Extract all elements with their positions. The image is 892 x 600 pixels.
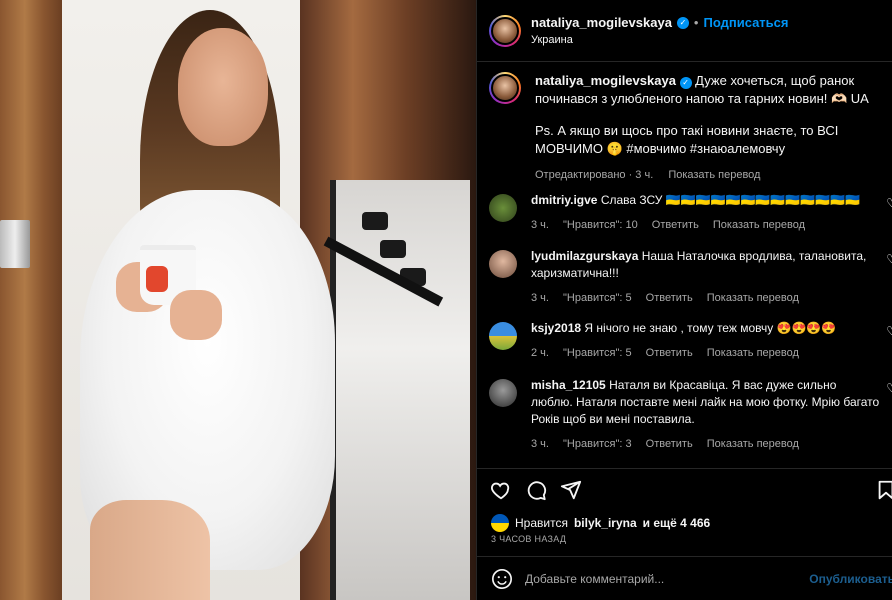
comment-likes-count[interactable]: "Нравится": 10: [563, 219, 638, 231]
comment-time: 2 ч.: [531, 347, 549, 359]
comment-likes-count[interactable]: "Нравится": 3: [563, 438, 632, 450]
likes-user[interactable]: bilyk_iryna: [574, 516, 637, 530]
comment-item: misha_12105 Наталя ви Красавіца. Я вас д…: [489, 377, 892, 453]
comment-translate-link[interactable]: Показать перевод: [707, 292, 799, 304]
likes-count[interactable]: и ещё 4 466: [643, 516, 711, 530]
ukraine-flag-icon[interactable]: [491, 514, 509, 532]
commenter-avatar[interactable]: [489, 250, 517, 278]
likes-summary: Нравится bilyk_iryna и ещё 4 466: [491, 514, 710, 532]
share-icon[interactable]: [560, 479, 582, 501]
comment-item: dmitriy.igve Слава ЗСУ 🇺🇦🇺🇦🇺🇦🇺🇦🇺🇦🇺🇦🇺🇦🇺🇦🇺…: [489, 192, 892, 234]
photo-door-hinge: [0, 220, 30, 268]
comment-reply-link[interactable]: Ответить: [652, 219, 699, 231]
post-side-panel: nataliya_mogilevskaya ✓ • Подписаться Ук…: [476, 0, 892, 600]
bookmark-icon[interactable]: [875, 479, 892, 501]
post-photo[interactable]: [0, 0, 476, 600]
commenter-avatar[interactable]: [489, 322, 517, 350]
comment-reply-link[interactable]: Ответить: [646, 292, 693, 304]
comment-username[interactable]: misha_12105: [531, 378, 606, 392]
photo-hand: [170, 290, 222, 340]
photo-oven-knob: [362, 212, 388, 230]
caption-translate-link[interactable]: Показать перевод: [668, 169, 760, 181]
verified-badge-icon: ✓: [679, 77, 692, 89]
photo-leg: [90, 500, 210, 600]
post-caption: nataliya_mogilevskaya ✓ Дуже хочеться, щ…: [489, 72, 889, 184]
caption-author-avatar[interactable]: [489, 72, 521, 104]
comment-text: Слава ЗСУ 🇺🇦🇺🇦🇺🇦🇺🇦🇺🇦🇺🇦🇺🇦🇺🇦🇺🇦🇺🇦🇺🇦🇺🇦🇺🇦: [600, 193, 860, 207]
comment-username[interactable]: lyudmilazgurskaya: [531, 249, 638, 263]
post-location[interactable]: Украина: [531, 34, 789, 46]
verified-badge-icon: ✓: [676, 16, 689, 29]
photo-oven-knob: [380, 240, 406, 258]
comment-item: ksjy2018 Я нічого не знаю , тому теж мов…: [489, 320, 892, 362]
comment-translate-link[interactable]: Показать перевод: [707, 438, 799, 450]
comment-likes-count[interactable]: "Нравится": 5: [563, 292, 632, 304]
comment-translate-link[interactable]: Показать перевод: [713, 219, 805, 231]
separator-dot: •: [693, 15, 699, 30]
caption-text-ps: Ps. А якщо ви щось про такі новини знаєт…: [535, 123, 839, 156]
comment-translate-link[interactable]: Показать перевод: [707, 347, 799, 359]
comment-time: 3 ч.: [531, 292, 549, 304]
comment-heart-icon[interactable]: ♡: [886, 324, 892, 338]
comment-icon[interactable]: [525, 479, 547, 501]
comment-time: 3 ч.: [531, 219, 549, 231]
caption-username[interactable]: nataliya_mogilevskaya: [535, 73, 676, 88]
add-comment-bar: Добавьте комментарий... Опубликовать: [477, 556, 892, 600]
comment-reply-link[interactable]: Ответить: [646, 438, 693, 450]
post-header: nataliya_mogilevskaya ✓ • Подписаться Ук…: [477, 0, 892, 62]
caption-edited-time: Отредактировано · 3 ч.: [535, 169, 654, 181]
comment-item: lyudmilazgurskaya Наша Наталочка вродлив…: [489, 248, 892, 307]
author-avatar[interactable]: [489, 14, 521, 47]
commenter-avatar[interactable]: [489, 194, 517, 222]
likes-prefix: Нравится: [515, 516, 568, 530]
post-actions-bar: [477, 468, 892, 508]
commenter-avatar[interactable]: [489, 379, 517, 407]
comment-heart-icon[interactable]: ♡: [886, 381, 892, 395]
comment-heart-icon[interactable]: ♡: [886, 252, 892, 266]
photo-face: [178, 28, 268, 146]
photo-doorframe: [0, 0, 62, 600]
comment-likes-count[interactable]: "Нравится": 5: [563, 347, 632, 359]
follow-button[interactable]: Подписаться: [703, 15, 788, 30]
comment-username[interactable]: ksjy2018: [531, 321, 581, 335]
post-time[interactable]: 3 ЧАСОВ НАЗАД: [491, 534, 566, 544]
author-username[interactable]: nataliya_mogilevskaya: [531, 15, 672, 30]
emoji-icon[interactable]: [491, 568, 513, 590]
publish-button[interactable]: Опубликовать: [809, 572, 892, 586]
comment-reply-link[interactable]: Ответить: [646, 347, 693, 359]
comment-input[interactable]: Добавьте комментарий...: [525, 572, 664, 586]
heart-icon[interactable]: [490, 479, 512, 501]
comment-heart-icon[interactable]: ♡: [886, 196, 892, 210]
comment-time: 3 ч.: [531, 438, 549, 450]
comment-username[interactable]: dmitriy.igve: [531, 193, 597, 207]
comment-text: Я нічого не знаю , тому теж мовчу 😍😍😍😍: [584, 321, 837, 335]
